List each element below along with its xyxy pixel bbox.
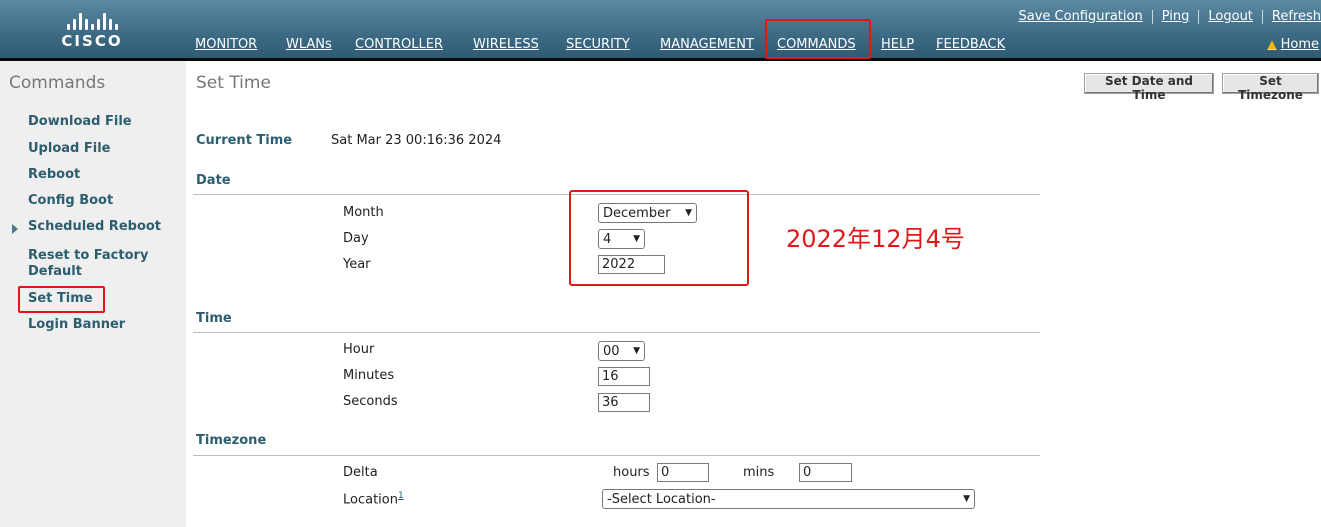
set-date-time-button[interactable]: Set Date and Time (1084, 73, 1214, 102)
nav-controller[interactable]: CONTROLLER (355, 37, 443, 52)
time-section-heading: Time (196, 311, 232, 326)
home-label: Home (1280, 37, 1319, 52)
nav-management[interactable]: MANAGEMENT (660, 37, 754, 52)
home-link[interactable]: ▲ Home (1267, 37, 1319, 52)
top-links: Save Configuration Ping Logout Refresh (1019, 9, 1321, 24)
day-label: Day (343, 231, 369, 246)
delta-mins-input[interactable] (799, 463, 852, 482)
divider (1198, 9, 1200, 24)
sidebar-item-reboot[interactable]: Reboot (28, 167, 178, 183)
sidebar-item-config-boot[interactable]: Config Boot (28, 193, 178, 209)
seconds-label: Seconds (343, 394, 398, 409)
hour-value: 00 (603, 343, 620, 359)
top-header: CISCO Save Configuration Ping Logout Refres… (0, 0, 1321, 61)
nav-help[interactable]: HELP (881, 37, 914, 52)
nav-security[interactable]: SECURITY (566, 37, 630, 52)
hour-label: Hour (343, 342, 375, 357)
save-configuration-link[interactable]: Save Configuration (1019, 9, 1143, 24)
location-label: Location1 (343, 491, 404, 507)
set-timezone-button[interactable]: Set Timezone (1222, 73, 1319, 102)
delta-hours-input[interactable] (657, 463, 709, 482)
divider (1261, 9, 1263, 24)
mins-label: mins (743, 465, 775, 480)
date-annotation: 2022年12月4号 (786, 225, 965, 253)
year-label: Year (343, 257, 371, 272)
location-footnote-link[interactable]: 1 (398, 491, 404, 501)
chevron-down-icon: ▼ (633, 346, 640, 356)
sidebar-item-login-banner[interactable]: Login Banner (28, 317, 178, 333)
timezone-divider (193, 455, 1040, 456)
refresh-link[interactable]: Refresh (1272, 9, 1321, 24)
date-section-heading: Date (196, 173, 231, 188)
chevron-down-icon: ▼ (963, 494, 970, 504)
page-title: Set Time (196, 73, 271, 93)
month-label: Month (343, 205, 384, 220)
sidebar-title: Commands (9, 73, 106, 93)
minutes-input[interactable] (598, 367, 650, 386)
sidebar-item-scheduled-reboot[interactable]: Scheduled Reboot (28, 219, 178, 235)
cisco-logo-bars-icon (52, 12, 132, 30)
sidebar-item-upload-file[interactable]: Upload File (28, 141, 178, 157)
timezone-section-heading: Timezone (196, 433, 267, 448)
nav-feedback[interactable]: FEEDBACK (936, 37, 1005, 52)
ping-link[interactable]: Ping (1162, 9, 1190, 24)
sidebar-item-download-file[interactable]: Download File (28, 114, 178, 130)
hours-label: hours (613, 465, 650, 480)
minutes-label: Minutes (343, 368, 395, 383)
time-divider (193, 332, 1040, 333)
commands-highlight-box (765, 19, 871, 59)
delta-label: Delta (343, 465, 378, 480)
home-icon: ▲ (1267, 37, 1277, 51)
location-label-text: Location (343, 492, 398, 508)
divider (1151, 9, 1153, 24)
hour-select[interactable]: 00 ▼ (598, 341, 645, 361)
set-time-highlight-box (18, 286, 105, 313)
sidebar-item-reset-factory[interactable]: Reset to Factory Default (28, 248, 168, 280)
sidebar: Commands Download File Upload File Reboo… (0, 61, 186, 527)
logout-link[interactable]: Logout (1208, 9, 1253, 24)
logo-text: CISCO (61, 32, 123, 50)
nav-wireless[interactable]: WIRELESS (473, 37, 539, 52)
cisco-logo: CISCO (52, 12, 132, 56)
nav-wlans[interactable]: WLANs (286, 37, 332, 52)
current-time-label: Current Time (196, 133, 293, 148)
current-time-value: Sat Mar 23 00:16:36 2024 (331, 133, 502, 148)
location-value: -Select Location- (607, 491, 716, 507)
expand-arrow-icon[interactable] (12, 224, 18, 234)
location-select[interactable]: -Select Location- ▼ (602, 489, 975, 509)
seconds-input[interactable] (598, 393, 650, 412)
nav-monitor[interactable]: MONITOR (195, 37, 257, 52)
date-highlight-box (569, 190, 749, 286)
